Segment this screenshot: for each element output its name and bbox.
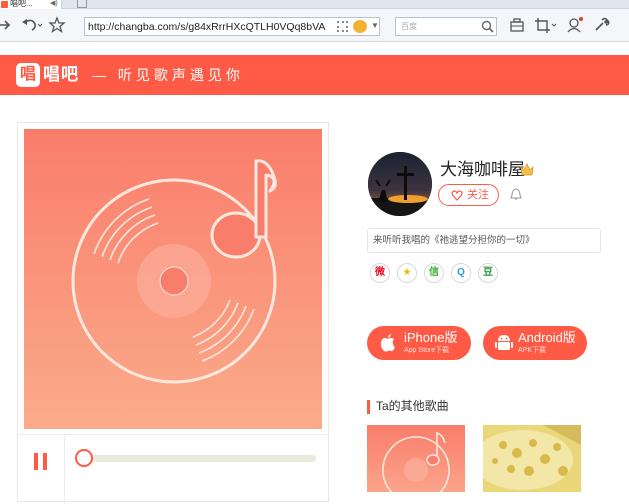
site-logo-icon[interactable]: 唱	[16, 63, 40, 87]
controls-divider	[64, 435, 65, 504]
address-dropdown-icon[interactable]: ▼	[371, 21, 379, 30]
section-accent-bar	[367, 400, 370, 414]
other-song-thumbnail[interactable]	[483, 425, 581, 492]
tab-favicon-icon	[1, 1, 8, 8]
iphone-download-button[interactable]: iPhone版 App Store下载	[367, 326, 471, 360]
iphone-sublabel: App Store下载	[404, 347, 450, 354]
qr-code-icon[interactable]	[337, 21, 348, 32]
douban-icon[interactable]: 豆	[478, 263, 498, 283]
other-songs-title: Ta的其他歌曲	[376, 399, 449, 413]
browser-toolbar: http://changba.com/s/g84xRrrHXcQTLH0VQq8…	[0, 9, 629, 42]
forward-icon[interactable]	[0, 16, 16, 34]
tools-wrench-icon[interactable]	[592, 16, 610, 34]
site-slogan: — 听见歌声遇见你	[92, 67, 244, 83]
vinyl-record-icon	[71, 159, 277, 384]
search-placeholder: 百度	[401, 22, 417, 31]
screenshot-icon[interactable]	[534, 16, 556, 34]
tab-title: 唱吧...	[10, 0, 33, 8]
browser-tabstrip: 唱吧... ◀)	[0, 0, 629, 9]
weibo-icon[interactable]: 微	[370, 263, 390, 283]
extension-icon[interactable]	[353, 20, 367, 33]
undo-icon[interactable]	[20, 16, 42, 34]
progress-bar[interactable]	[80, 455, 316, 462]
search-icon[interactable]	[481, 20, 494, 33]
vinyl-record-icon	[382, 431, 450, 492]
android-icon	[495, 335, 513, 350]
android-sublabel: APK下载	[518, 347, 547, 354]
favorite-star-icon[interactable]	[48, 16, 66, 34]
follow-button[interactable]: 关注	[438, 184, 499, 206]
audio-playing-icon[interactable]: ◀)	[50, 0, 58, 8]
pause-button[interactable]	[34, 453, 48, 470]
address-bar[interactable]: http://changba.com/s/g84xRrrHXcQTLH0VQq8…	[84, 17, 380, 36]
player-controls	[18, 434, 328, 504]
notification-bell-icon[interactable]	[510, 188, 522, 201]
briefcase-icon[interactable]	[508, 16, 526, 34]
other-song-thumbnail[interactable]	[367, 425, 465, 492]
star-icon[interactable]: ★	[397, 263, 417, 283]
site-logo-name[interactable]: 唱吧	[43, 65, 79, 85]
wechat-icon[interactable]: 信	[424, 263, 444, 283]
user-avatar[interactable]	[368, 152, 432, 216]
food-photo-icon	[483, 425, 581, 492]
site-header: 唱 唱吧 — 听见歌声遇见你	[0, 55, 629, 95]
user-name[interactable]: 大海咖啡屋	[440, 159, 525, 181]
song-player	[17, 122, 329, 504]
search-box[interactable]: 百度	[395, 17, 497, 36]
heart-plus-icon	[451, 190, 463, 201]
iphone-label: iPhone版	[404, 330, 458, 345]
new-tab-button[interactable]	[77, 0, 87, 8]
follow-label: 关注	[467, 189, 489, 201]
android-label: Android版	[518, 330, 576, 345]
android-download-button[interactable]: Android版 APK下载	[483, 326, 587, 360]
qq-icon[interactable]: Q	[451, 263, 471, 283]
progress-handle[interactable]	[75, 449, 93, 467]
vip-crown-icon	[520, 163, 534, 176]
apple-icon	[380, 334, 395, 352]
browser-tab[interactable]: 唱吧... ◀)	[0, 0, 62, 9]
user-signature: 来听听我唱的《祂逃望分担你的一切》	[367, 228, 601, 253]
user-account-icon[interactable]	[566, 16, 584, 34]
address-text[interactable]: http://changba.com/s/g84xRrrHXcQTLH0VQq8…	[88, 20, 325, 34]
album-cover	[24, 129, 322, 429]
